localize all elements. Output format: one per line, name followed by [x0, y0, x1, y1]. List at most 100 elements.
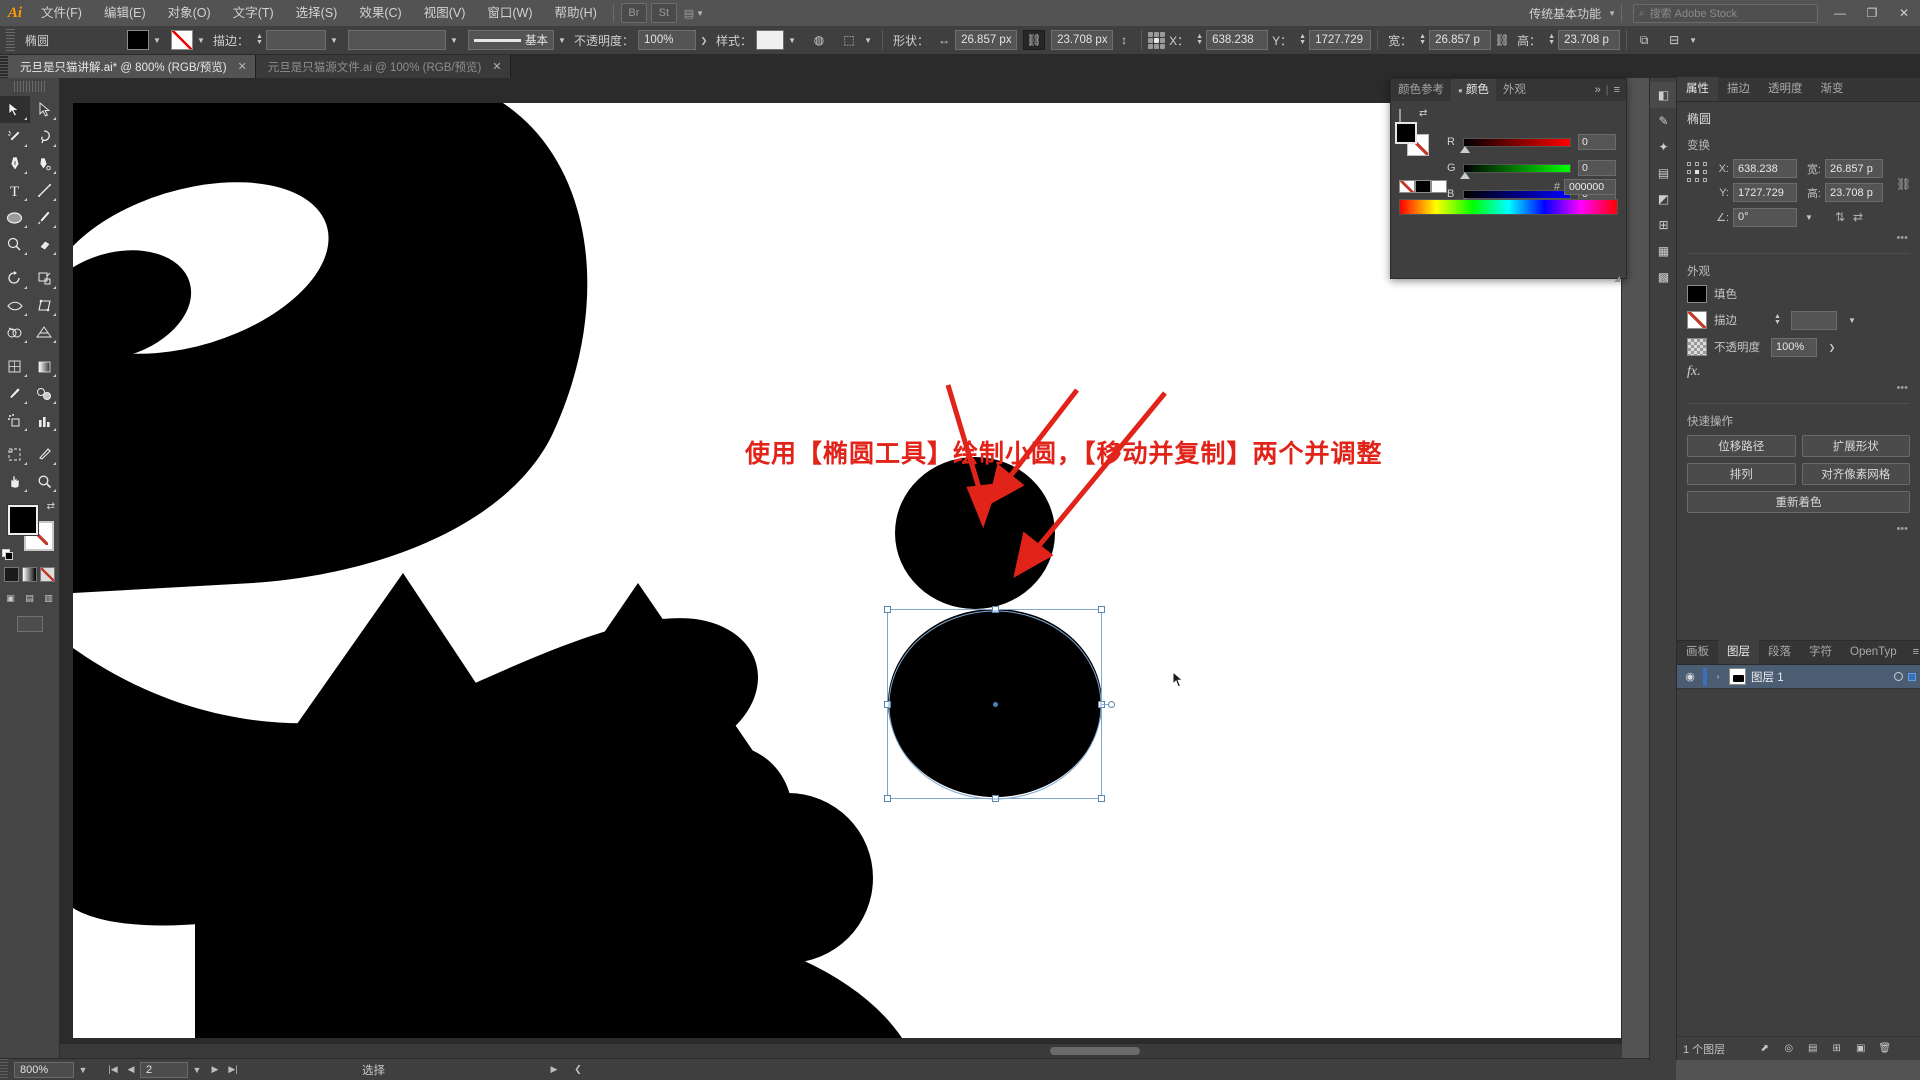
last-artboard-icon[interactable]: ▶| [224, 1061, 242, 1079]
menu-effect[interactable]: 效果(C) [348, 0, 412, 26]
chevron-right-icon[interactable]: › [1712, 672, 1724, 681]
stroke-profile-select[interactable]: 基本 [468, 30, 555, 50]
opacity-chevron-icon[interactable]: ❯ [696, 30, 712, 50]
w-input-panel[interactable]: 26.857 p [1825, 159, 1883, 178]
horizontal-scroll-thumb[interactable] [1050, 1047, 1140, 1055]
fx-button[interactable]: fx. [1687, 364, 1910, 380]
appearance-stroke-chevron-down-icon[interactable]: ▼ [1844, 310, 1860, 330]
next-artboard-icon[interactable]: ▶ [206, 1061, 224, 1079]
artboard-number-input[interactable]: 2 [140, 1061, 188, 1078]
stroke-profile-chevron-down-icon[interactable]: ▼ [554, 30, 570, 50]
status-resize-icon[interactable]: ❮ [569, 1061, 587, 1079]
edit-toolbar-button[interactable] [0, 616, 59, 632]
expand-shape-button[interactable]: 扩展形状 [1801, 435, 1910, 457]
close-icon-2[interactable]: ✕ [492, 60, 501, 73]
locate-object-icon[interactable]: ⬈ [1757, 1041, 1772, 1056]
rotate-handle[interactable] [1108, 701, 1115, 708]
draw-normal-icon[interactable]: ▣ [3, 591, 18, 606]
new-layer-icon[interactable]: ⊞ [1829, 1041, 1844, 1056]
tab-appearance[interactable]: 外观 [1496, 79, 1533, 101]
transform-panel-icon[interactable]: ⊞ [1650, 212, 1677, 238]
tab-paragraph[interactable]: 段落 [1759, 640, 1800, 664]
color-spectrum-bar[interactable] [1399, 199, 1618, 215]
table-row[interactable]: ◉ › 图层 1 [1677, 665, 1920, 689]
zoom-chevron-down-icon[interactable]: ▼ [74, 1061, 92, 1079]
ellipse-tool[interactable] [0, 204, 30, 231]
tab-opentype[interactable]: OpenTyp [1841, 640, 1906, 664]
tab-color[interactable]: ● 颜色 [1451, 79, 1496, 101]
new-sublayer-icon[interactable]: ▤ [1805, 1041, 1820, 1056]
g-slider[interactable] [1460, 163, 1571, 179]
target-icon[interactable] [1894, 672, 1903, 681]
swatches-panel-icon[interactable]: ▩ [1650, 264, 1677, 290]
stock-icon[interactable]: St [650, 3, 677, 23]
stroke-variable-width-input[interactable] [348, 30, 447, 50]
menu-file[interactable]: 文件(F) [30, 0, 93, 26]
x-stepper[interactable]: ▲ ▼ [1193, 30, 1206, 50]
draw-inside-icon[interactable]: ▥ [41, 591, 56, 606]
x-input[interactable]: 638.238 [1206, 30, 1269, 50]
h-stepper[interactable]: ▲ ▼ [1545, 30, 1558, 50]
mesh-tool[interactable] [0, 353, 30, 380]
menu-window[interactable]: 窗口(W) [476, 0, 543, 26]
fill-color-swatch[interactable] [8, 505, 38, 535]
shaper-tool[interactable] [0, 231, 30, 258]
appearance-fill-swatch[interactable] [1687, 285, 1707, 303]
slice-tool[interactable] [30, 441, 60, 468]
appearance-stroke-row[interactable]: 描边 ▲ ▼ ▼ [1687, 310, 1910, 330]
transform-more-options[interactable]: ••• [1687, 232, 1910, 244]
reference-point-selector[interactable] [1148, 31, 1166, 49]
appearance-stroke-weight-input[interactable] [1791, 310, 1837, 330]
duplicate-layer-icon[interactable]: ▣ [1853, 1041, 1868, 1056]
magic-wand-tool[interactable] [0, 123, 30, 150]
brushes-panel-icon[interactable]: ✎ [1650, 108, 1677, 134]
width-tool[interactable] [0, 292, 30, 319]
color-panel-icon[interactable]: ◧ [1650, 82, 1677, 108]
artboard[interactable]: 使用【椭圆工具】绘制小圆，【移动并复制】两个并调整 [73, 103, 1621, 1038]
black-swatch-button[interactable] [1415, 180, 1431, 193]
rotate-tool[interactable] [0, 265, 30, 292]
fill-chevron-down-icon[interactable]: ▼ [149, 30, 165, 50]
curvature-tool[interactable] [30, 150, 60, 177]
flip-horizontal-icon[interactable]: ⇅ [1833, 210, 1847, 224]
status-expand-icon[interactable]: ▶ [545, 1061, 563, 1079]
tab-artboards[interactable]: 画板 [1677, 640, 1718, 664]
none-swatch-button[interactable] [1399, 180, 1415, 193]
stroke-weight-stepper[interactable]: ▲ ▼ [253, 30, 266, 50]
hand-tool[interactable] [0, 468, 30, 495]
tab-stroke[interactable]: 描边 [1718, 77, 1759, 101]
appearance-fill-row[interactable]: 填色 [1687, 285, 1910, 303]
w-input[interactable]: 26.857 p [1429, 30, 1492, 50]
eyedropper-tool[interactable] [0, 380, 30, 407]
x-input-panel[interactable]: 638.238 [1733, 159, 1797, 178]
workspace-switcher[interactable]: 传统基本功能 [1524, 5, 1606, 22]
menu-object[interactable]: 对象(O) [157, 0, 222, 26]
direct-selection-tool[interactable] [30, 96, 60, 123]
artboard-tool[interactable] [0, 441, 30, 468]
default-fill-stroke-icon[interactable] [2, 549, 14, 561]
stroke-chevron-down-icon[interactable]: ▼ [193, 30, 209, 50]
recolor-button[interactable]: 重新着色 [1687, 491, 1910, 513]
shape-builder-tool[interactable] [0, 319, 30, 346]
symbols-panel-icon[interactable]: ✦ [1650, 134, 1677, 160]
y-input[interactable]: 1727.729 [1309, 30, 1372, 50]
constrain-proportions-icon[interactable]: ⛓ [1023, 30, 1046, 50]
selection-indicator[interactable] [1908, 672, 1916, 681]
close-icon[interactable]: ✕ [238, 60, 247, 73]
color-fill-swatch[interactable] [1395, 122, 1417, 144]
appearance-opacity-input[interactable]: 100% [1771, 337, 1817, 357]
align-pixel-grid-button[interactable]: 对齐像素网格 [1801, 463, 1910, 485]
menu-edit[interactable]: 编辑(E) [93, 0, 157, 26]
fill-swatch-button[interactable] [127, 30, 149, 50]
perspective-grid-tool[interactable] [30, 319, 60, 346]
h-input[interactable]: 23.708 p [1558, 30, 1621, 50]
layers-panel-menu-icon[interactable]: ≡ [1906, 640, 1920, 664]
restore-button[interactable]: ❐ [1856, 0, 1888, 26]
previous-artboard-icon[interactable]: ◀ [122, 1061, 140, 1079]
zoom-level-input[interactable]: 800% [14, 1061, 74, 1078]
document-tab-active[interactable]: 元旦是只猫讲解.ai* @ 800% (RGB/预览) ✕ [8, 55, 256, 78]
libraries-panel-icon[interactable]: ▦ [1650, 238, 1677, 264]
hex-input[interactable]: 000000 [1564, 179, 1616, 195]
align-panel-icon[interactable]: ▤ [1650, 160, 1677, 186]
line-segment-tool[interactable] [30, 177, 60, 204]
